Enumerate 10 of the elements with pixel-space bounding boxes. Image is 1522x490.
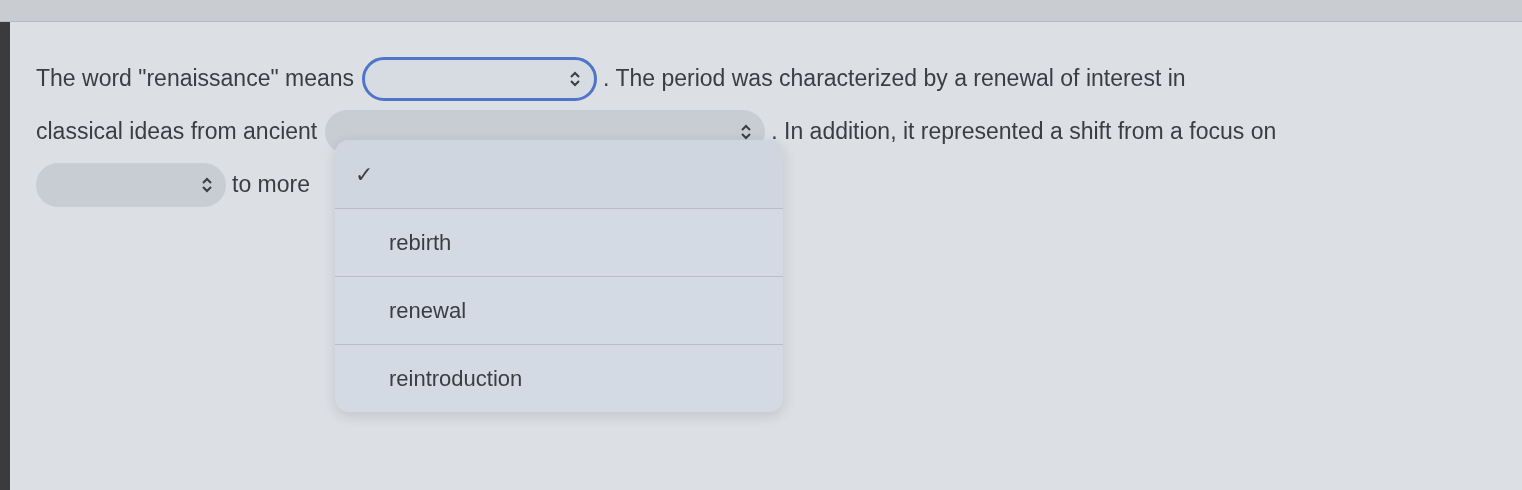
passage-text: classical ideas from ancient: [36, 117, 318, 146]
dropdown-option[interactable]: reintroduction: [335, 344, 783, 412]
passage-text: The word "renaissance" means: [36, 64, 355, 93]
dropdown-option[interactable]: rebirth: [335, 208, 783, 276]
passage-text: to more: [232, 170, 310, 199]
passage-text: . The period was characterized by a renewal of interest in: [603, 64, 1186, 93]
passage-text: . In addition, it represented a shift from a focus on: [771, 117, 1277, 146]
answer-dropdown[interactable]: [362, 56, 598, 101]
check-mark: ✓: [355, 160, 374, 189]
dropdown-option[interactable]: renewal: [335, 276, 783, 344]
